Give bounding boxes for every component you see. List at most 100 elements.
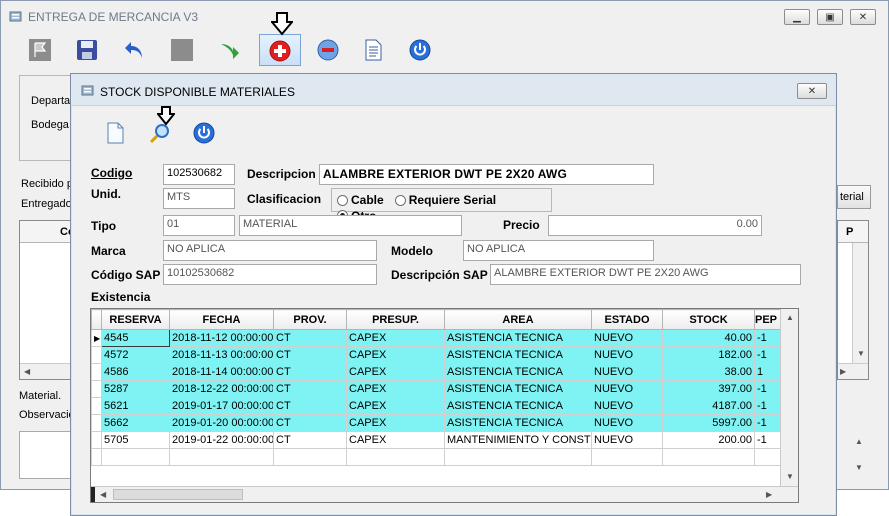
scroll-thumb[interactable] [113, 489, 243, 500]
scroll-left-icon[interactable]: ◀ [100, 490, 106, 499]
radio-requiere-serial[interactable]: Requiere Serial [394, 193, 496, 207]
table-cell[interactable]: CAPEX [346, 380, 445, 398]
table-cell[interactable] [662, 448, 755, 466]
table-cell[interactable]: NUEVO [591, 329, 663, 347]
table-cell[interactable]: 5287 [101, 380, 170, 398]
unid-field[interactable]: MTS [163, 188, 235, 209]
table-cell[interactable]: 5997.00 [662, 414, 755, 432]
codigo-field[interactable]: 102530682 [163, 164, 235, 185]
scroll-left-icon[interactable]: ◀ [24, 367, 30, 376]
table-cell[interactable]: 2019-01-20 00:00:00 [169, 414, 274, 432]
table-cell[interactable]: 1 [754, 363, 782, 381]
table-cell[interactable] [346, 448, 445, 466]
row-indicator[interactable] [91, 346, 102, 364]
table-cell[interactable]: NUEVO [591, 414, 663, 432]
table-cell[interactable]: 2019-01-22 00:00:00 [169, 431, 274, 449]
column-header[interactable]: ESTADO [591, 309, 663, 330]
table-cell[interactable]: 4187.00 [662, 397, 755, 415]
table-cell[interactable]: CAPEX [346, 329, 445, 347]
toolbar-power-button[interactable] [405, 35, 435, 65]
table-cell[interactable]: ASISTENCIA TECNICA [444, 346, 592, 364]
table-cell[interactable]: CT [273, 380, 347, 398]
table-row[interactable]: 5287 2018-12-22 00:00:00 CT CAPEX ASISTENCIA… [91, 380, 782, 398]
dialog-new-button[interactable] [100, 118, 130, 148]
table-cell[interactable]: -1 [754, 414, 782, 432]
row-indicator[interactable] [91, 431, 102, 449]
row-indicator[interactable] [91, 363, 102, 381]
table-cell[interactable]: 4545 [101, 329, 170, 347]
scroll-right-icon[interactable]: ▶ [766, 490, 772, 499]
table-cell[interactable]: -1 [754, 329, 782, 347]
scroll-up-icon[interactable]: ▲ [786, 313, 794, 322]
tipo-code-field[interactable]: 01 [163, 215, 235, 236]
scroll-right-icon[interactable]: ▶ [840, 367, 846, 376]
toolbar-save-button[interactable] [72, 35, 102, 65]
table-cell[interactable]: CAPEX [346, 346, 445, 364]
table-cell[interactable]: 5662 [101, 414, 170, 432]
table-cell[interactable]: -1 [754, 380, 782, 398]
column-header[interactable]: STOCK [662, 309, 755, 330]
table-cell[interactable]: -1 [754, 346, 782, 364]
table-cell[interactable] [754, 448, 782, 466]
minimize-button[interactable]: ▁ [784, 9, 810, 25]
column-header[interactable]: RESERVA [101, 309, 170, 330]
marca-field[interactable]: NO APLICA [163, 240, 377, 261]
dialog-close-button[interactable]: ✕ [797, 83, 827, 99]
table-cell[interactable]: 2018-11-13 00:00:00 [169, 346, 274, 364]
table-cell[interactable]: 182.00 [662, 346, 755, 364]
existencia-grid[interactable]: RESERVA FECHA PROV. PRESUP. AREA ESTADO … [90, 308, 799, 503]
table-cell[interactable]: 2019-01-17 00:00:00 [169, 397, 274, 415]
table-cell[interactable] [273, 448, 347, 466]
descripcion-field[interactable]: ALAMBRE EXTERIOR DWT PE 2X20 AWG [319, 164, 654, 185]
toolbar-document-button[interactable] [358, 35, 388, 65]
table-cell[interactable]: CAPEX [346, 431, 445, 449]
table-cell[interactable]: CT [273, 431, 347, 449]
table-cell[interactable]: 200.00 [662, 431, 755, 449]
row-indicator[interactable] [91, 414, 102, 432]
table-cell[interactable]: 4586 [101, 363, 170, 381]
observacion-textbox[interactable] [19, 431, 76, 479]
table-cell[interactable]: 5705 [101, 431, 170, 449]
table-cell[interactable]: 4572 [101, 346, 170, 364]
table-cell[interactable]: NUEVO [591, 363, 663, 381]
toolbar-flag-button[interactable] [25, 35, 55, 65]
column-header[interactable]: PRESUP. [346, 309, 445, 330]
table-cell[interactable]: ASISTENCIA TECNICA [444, 397, 592, 415]
descripcion-sap-field[interactable]: ALAMBRE EXTERIOR DWT PE 2X20 AWG [490, 264, 801, 285]
maximize-button[interactable]: ▣ [817, 9, 843, 25]
table-cell[interactable]: 5621 [101, 397, 170, 415]
table-cell[interactable]: CT [273, 414, 347, 432]
column-header[interactable]: PROV. [273, 309, 347, 330]
table-cell[interactable]: 2018-11-12 00:00:00 [169, 329, 274, 347]
table-cell[interactable]: MANTENIMIENTO Y CONSTRU [444, 431, 592, 449]
precio-field[interactable]: 0.00 [548, 215, 762, 236]
table-cell[interactable]: ASISTENCIA TECNICA [444, 380, 592, 398]
table-cell[interactable] [591, 448, 663, 466]
table-cell[interactable]: CAPEX [346, 363, 445, 381]
table-cell[interactable]: 2018-12-22 00:00:00 [169, 380, 274, 398]
row-indicator[interactable] [91, 448, 102, 466]
table-cell[interactable] [101, 448, 170, 466]
grid-vertical-scrollbar[interactable]: ▲ ▼ [780, 309, 798, 486]
table-cell[interactable]: ASISTENCIA TECNICA [444, 414, 592, 432]
table-row[interactable]: 5705 2019-01-22 00:00:00 CT CAPEX MANTENIMIE… [91, 431, 782, 449]
table-cell[interactable]: 2018-11-14 00:00:00 [169, 363, 274, 381]
table-cell[interactable]: CT [273, 346, 347, 364]
table-cell[interactable]: CT [273, 397, 347, 415]
table-cell[interactable]: NUEVO [591, 397, 663, 415]
table-cell[interactable]: CT [273, 363, 347, 381]
modelo-field[interactable]: NO APLICA [463, 240, 654, 261]
toolbar-export-button[interactable] [215, 35, 245, 65]
table-row[interactable]: 5662 2019-01-20 00:00:00 CT CAPEX ASISTENCIA… [91, 414, 782, 432]
table-cell[interactable]: -1 [754, 431, 782, 449]
table-row[interactable]: ▶ 4545 2018-11-12 00:00:00 CT CAPEX ASISTENCI… [91, 329, 782, 347]
table-row[interactable]: 4572 2018-11-13 00:00:00 CT CAPEX ASISTENCIA… [91, 346, 782, 364]
column-header[interactable]: AREA [444, 309, 592, 330]
table-cell[interactable]: 38.00 [662, 363, 755, 381]
toolbar-remove-button[interactable] [313, 35, 343, 65]
toolbar-undo-button[interactable] [120, 35, 150, 65]
table-cell[interactable]: CT [273, 329, 347, 347]
grid-horizontal-scrollbar[interactable]: ◀ ▶ [91, 486, 798, 502]
table-row[interactable]: 4586 2018-11-14 00:00:00 CT CAPEX ASISTENCIA… [91, 363, 782, 381]
scroll-down-icon[interactable]: ▼ [786, 472, 794, 481]
